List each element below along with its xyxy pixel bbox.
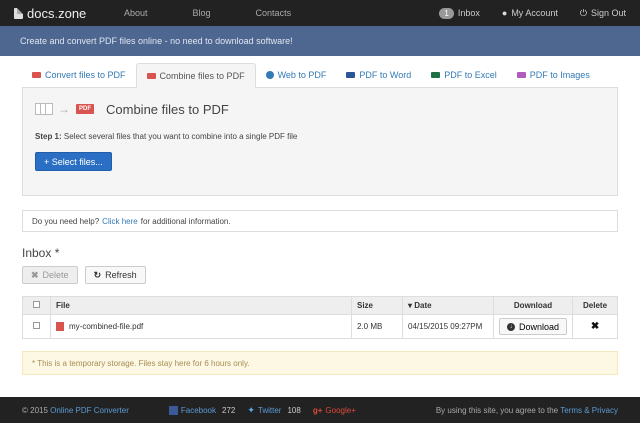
inbox-title: Inbox * — [22, 246, 60, 260]
tab-label: PDF to Word — [359, 70, 412, 80]
download-button[interactable]: ↓ Download — [499, 318, 568, 335]
tab-label: Combine files to PDF — [159, 70, 245, 81]
select-files-button[interactable]: + Select files... — [35, 152, 112, 171]
panel-title: Combine files to PDF — [106, 101, 229, 117]
step-label: Step 1: — [35, 132, 62, 141]
power-icon: ⏻ — [579, 7, 587, 18]
step-instruction: Step 1: Select several files that you wa… — [35, 132, 605, 141]
terms-link[interactable]: Terms & Privacy — [560, 406, 618, 415]
delete-button-label: Delete — [42, 270, 69, 280]
column-header-download: Download — [492, 296, 574, 315]
globe-icon — [265, 71, 274, 79]
notice-text: * This is a temporary storage. Files sta… — [32, 358, 250, 368]
converter-tabs: Convert files to PDF Combine files to PD… — [22, 62, 618, 88]
nav-links: About Blog Contacts — [124, 8, 336, 18]
facebook-count: 272 — [222, 405, 236, 415]
google-plus-link[interactable]: Google+ — [325, 406, 355, 415]
file-name: my-combined-file.pdf — [69, 321, 144, 331]
column-header-date[interactable]: ▾ Date — [402, 296, 494, 315]
site-link[interactable]: Online PDF Converter — [50, 406, 129, 415]
terms-prefix: By using this site, you agree to the — [435, 405, 559, 415]
google-plus-icon: g+ — [312, 405, 323, 415]
inbox-count-badge: 1 — [439, 7, 454, 19]
tab-label: PDF to Excel — [444, 70, 497, 80]
step-text: Select several files that you want to co… — [63, 132, 298, 141]
help-link[interactable]: Click here — [102, 217, 138, 226]
my-account-nav-item[interactable]: ● My Account — [502, 8, 558, 18]
tab-pdf-to-excel[interactable]: PDF to Excel — [421, 63, 507, 87]
tab-label: Convert files to PDF — [45, 70, 126, 80]
select-all-header — [22, 296, 51, 315]
facebook-icon — [168, 405, 178, 415]
brand-tld: zone — [58, 5, 87, 21]
file-date: 04/15/2015 09:27PM — [402, 314, 494, 339]
combine-panel: → PDF Combine files to PDF Step 1: Selec… — [22, 88, 618, 196]
column-header-size[interactable]: Size — [351, 296, 403, 315]
copyright: © 2015 — [22, 405, 48, 415]
user-icon: ● — [501, 8, 508, 18]
help-suffix: for additional information. — [140, 216, 231, 226]
tab-label: PDF to Images — [529, 70, 590, 80]
pdf-file-icon — [56, 322, 64, 332]
refresh-button[interactable]: ↻ Refresh — [84, 266, 146, 284]
facebook-link[interactable]: Facebook — [181, 406, 216, 415]
table-row: my-combined-file.pdf 2.0 MB 04/15/2015 0… — [22, 314, 618, 339]
twitter-link[interactable]: Twitter — [258, 406, 282, 415]
temporary-storage-notice: * This is a temporary storage. Files sta… — [22, 351, 618, 375]
my-account-label: My Account — [511, 8, 558, 18]
nav-link-contacts[interactable]: Contacts — [256, 8, 292, 18]
help-prefix: Do you need help? — [32, 216, 100, 226]
document-icon — [14, 7, 23, 19]
download-icon: ↓ — [507, 322, 515, 331]
nav-link-about[interactable]: About — [124, 8, 148, 18]
hero-text: Create and convert PDF files online - no… — [20, 36, 293, 46]
x-icon: ✖ — [31, 269, 39, 280]
help-box: Do you need help? Click here for additio… — [22, 210, 618, 232]
inbox-nav-label: Inbox — [457, 8, 480, 18]
row-checkbox[interactable] — [33, 322, 40, 329]
inbox-nav-item[interactable]: 1 Inbox — [439, 7, 480, 19]
delete-button[interactable]: ✖ Delete — [22, 266, 78, 284]
word-icon — [346, 72, 356, 78]
combine-files-icon: → PDF — [35, 102, 94, 116]
brand-logo[interactable]: docs. zone — [14, 6, 124, 21]
delete-row-icon[interactable]: ✖ — [591, 321, 599, 332]
footer: © 2015 Online PDF Converter Facebook 272… — [0, 397, 640, 423]
refresh-button-label: Refresh — [105, 270, 137, 280]
date-header-label: Date — [414, 301, 432, 310]
tab-pdf-to-word[interactable]: PDF to Word — [336, 63, 421, 87]
sign-out-label: Sign Out — [590, 8, 626, 18]
tab-convert-files-to-pdf[interactable]: Convert files to PDF — [22, 63, 136, 87]
column-header-delete: Delete — [572, 296, 618, 315]
tab-label: Web to PDF — [277, 70, 327, 80]
download-label: Download — [519, 321, 560, 332]
select-all-checkbox[interactable] — [33, 301, 40, 308]
brand-main: docs — [27, 5, 55, 21]
top-navbar: docs. zone About Blog Contacts 1 Inbox ● … — [0, 0, 640, 26]
pdf-icon — [146, 72, 156, 79]
tab-web-to-pdf[interactable]: Web to PDF — [256, 63, 337, 87]
refresh-icon: ↻ — [93, 269, 102, 280]
hero-banner: Create and convert PDF files online - no… — [0, 26, 640, 56]
tab-combine-files-to-pdf[interactable]: Combine files to PDF — [135, 63, 256, 88]
inbox-table: File Size ▾ Date Download Delete my-comb… — [22, 296, 618, 339]
image-icon — [516, 72, 526, 78]
twitter-count: 108 — [287, 405, 301, 415]
twitter-icon: ✦ — [247, 404, 255, 415]
excel-icon — [431, 72, 441, 78]
column-header-file[interactable]: File — [50, 296, 352, 315]
sign-out-nav-item[interactable]: ⏻ Sign Out — [580, 8, 626, 19]
nav-link-blog[interactable]: Blog — [193, 8, 211, 18]
file-size: 2.0 MB — [351, 314, 403, 339]
pdf-icon — [32, 72, 41, 78]
pdf-badge: PDF — [76, 104, 94, 114]
tab-pdf-to-images[interactable]: PDF to Images — [507, 63, 600, 87]
